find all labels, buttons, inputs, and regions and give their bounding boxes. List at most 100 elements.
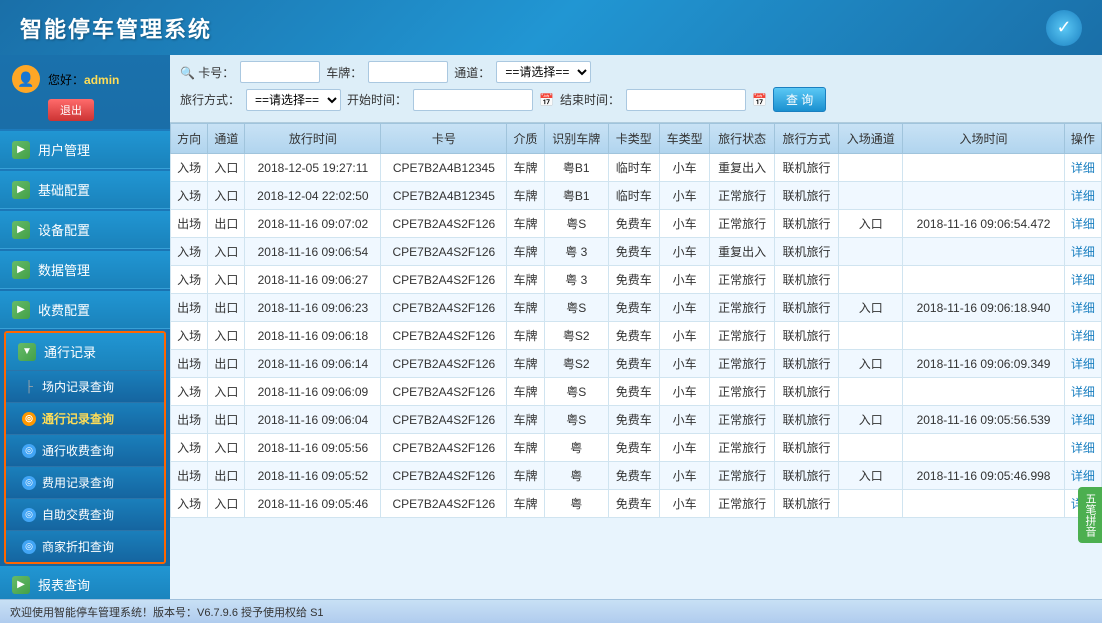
status-text: 欢迎使用智能停车管理系统！版本号：V6.7.9.6 授予使用权给 S1 bbox=[10, 604, 324, 620]
table-header-row: 方向 通道 放行时间 卡号 介质 识别车牌 卡类型 车类型 旅行状态 旅行方式 … bbox=[171, 124, 1102, 154]
sidebar-item-fee-config[interactable]: ▶ 收费配置 bbox=[0, 291, 170, 329]
col-media: 介质 bbox=[507, 124, 544, 154]
sidebar-item-self-pay-query[interactable]: ◎ 自助交费查询 bbox=[6, 498, 164, 530]
table-row: 出场出口2018-11-16 09:05:52CPE7B2A4S2F126车牌粤… bbox=[171, 462, 1102, 490]
detail-link[interactable]: 详细 bbox=[1071, 301, 1095, 315]
start-time-input[interactable] bbox=[413, 89, 533, 111]
search-row-2: 旅行方式： ==请选择== 开始时间： 📅 结束时间： 📅 查 询 bbox=[180, 87, 1092, 112]
nav-group-header[interactable]: ▼ 通行记录 bbox=[6, 333, 164, 370]
col-travel-status: 旅行状态 bbox=[710, 124, 774, 154]
sub-label: 自助交费查询 bbox=[42, 506, 114, 523]
channel-select[interactable]: ==请选择== bbox=[496, 61, 591, 83]
header-icon: ✓ bbox=[1046, 10, 1082, 46]
sidebar-item-report-query[interactable]: ▶ 报表查询 bbox=[0, 566, 170, 599]
table-row: 入场入口2018-11-16 09:06:27CPE7B2A4S2F126车牌粤… bbox=[171, 266, 1102, 294]
pay-icon: ◎ bbox=[22, 508, 36, 522]
sidebar-item-fee-records-query[interactable]: ◎ 费用记录查询 bbox=[6, 466, 164, 498]
arrow-icon: ▶ bbox=[12, 576, 30, 594]
detail-link[interactable]: 详细 bbox=[1071, 357, 1095, 371]
table-row: 出场出口2018-11-16 09:06:04CPE7B2A4S2F126车牌粤… bbox=[171, 406, 1102, 434]
channel-label: 通道： bbox=[454, 64, 490, 81]
plate-label: 车牌： bbox=[326, 64, 362, 81]
table-row: 出场出口2018-11-16 09:06:23CPE7B2A4S2F126车牌粤… bbox=[171, 294, 1102, 322]
sidebar-item-travel-records-query[interactable]: ◎ 通行记录查询 bbox=[6, 402, 164, 434]
header: 智能停车管理系统 ✓ bbox=[0, 0, 1102, 55]
table-row: 入场入口2018-11-16 09:06:09CPE7B2A4S2F126车牌粤… bbox=[171, 378, 1102, 406]
end-time-input[interactable] bbox=[626, 89, 746, 111]
col-card-type: 卡类型 bbox=[608, 124, 659, 154]
card-input[interactable] bbox=[240, 61, 320, 83]
col-op: 操作 bbox=[1064, 124, 1101, 154]
end-time-label: 结束时间： bbox=[560, 91, 620, 108]
table-row: 入场入口2018-12-04 22:02:50CPE7B2A4B12345车牌粤… bbox=[171, 182, 1102, 210]
nav-label: 设备配置 bbox=[38, 220, 90, 239]
detail-link[interactable]: 详细 bbox=[1071, 245, 1095, 259]
detail-link[interactable]: 详细 bbox=[1071, 189, 1095, 203]
arrow-icon: ▶ bbox=[12, 181, 30, 199]
detail-link[interactable]: 详细 bbox=[1071, 385, 1095, 399]
travel-select[interactable]: ==请选择== bbox=[246, 89, 341, 111]
table-row: 入场入口2018-11-16 09:06:54CPE7B2A4S2F126车牌粤… bbox=[171, 238, 1102, 266]
col-card: 卡号 bbox=[381, 124, 507, 154]
sidebar-item-travel-fee-query[interactable]: ◎ 通行收费查询 bbox=[6, 434, 164, 466]
nav-group-travel-records: ▼ 通行记录 ├ 场内记录查询 ◎ 通行记录查询 ◎ 通行收费查询 ◎ 费用记录… bbox=[4, 331, 166, 564]
float-btn[interactable]: 五笔拼音 bbox=[1078, 487, 1102, 543]
detail-link[interactable]: 详细 bbox=[1071, 273, 1095, 287]
nav-label: 收费配置 bbox=[38, 300, 90, 319]
end-calendar-icon[interactable]: 📅 bbox=[752, 93, 767, 107]
arrow-icon: ▶ bbox=[12, 141, 30, 159]
chevron-down-icon: ▼ bbox=[18, 343, 36, 361]
discount-icon: ◎ bbox=[22, 540, 36, 554]
detail-link[interactable]: 详细 bbox=[1071, 441, 1095, 455]
col-entry-time: 入场时间 bbox=[903, 124, 1064, 154]
detail-link[interactable]: 详细 bbox=[1071, 161, 1095, 175]
user-info: 👤 您好：admin bbox=[12, 65, 158, 93]
col-direction: 方向 bbox=[171, 124, 208, 154]
arrow-icon: ▶ bbox=[12, 221, 30, 239]
nav-label: 用户管理 bbox=[38, 140, 90, 159]
table-row: 出场出口2018-11-16 09:06:14CPE7B2A4S2F126车牌粤… bbox=[171, 350, 1102, 378]
sidebar-item-device-config[interactable]: ▶ 设备配置 bbox=[0, 211, 170, 249]
status-bar: 欢迎使用智能停车管理系统！版本号：V6.7.9.6 授予使用权给 S1 bbox=[0, 599, 1102, 623]
detail-link[interactable]: 详细 bbox=[1071, 217, 1095, 231]
username: admin bbox=[84, 73, 119, 87]
sidebar-item-venue-records[interactable]: ├ 场内记录查询 bbox=[6, 370, 164, 402]
query-button[interactable]: 查 询 bbox=[773, 87, 826, 112]
sidebar-item-user-management[interactable]: ▶ 用户管理 bbox=[0, 131, 170, 169]
table-row: 入场入口2018-12-05 19:27:11CPE7B2A4B12345车牌粤… bbox=[171, 154, 1102, 182]
main-layout: 👤 您好：admin 退出 ▶ 用户管理 ▶ 基础配置 ▶ 设备配置 ▶ 数据管… bbox=[0, 55, 1102, 599]
table-row: 入场入口2018-11-16 09:05:46CPE7B2A4S2F126车牌粤… bbox=[171, 490, 1102, 518]
sub-label: 场内记录查询 bbox=[42, 378, 114, 395]
app-title: 智能停车管理系统 bbox=[20, 12, 212, 44]
data-table: 方向 通道 放行时间 卡号 介质 识别车牌 卡类型 车类型 旅行状态 旅行方式 … bbox=[170, 123, 1102, 518]
card-label: 🔍 卡号： bbox=[180, 64, 234, 81]
start-calendar-icon[interactable]: 📅 bbox=[539, 93, 554, 107]
search-row-1: 🔍 卡号： 车牌： 通道： ==请选择== bbox=[180, 61, 1092, 83]
avatar: 👤 bbox=[12, 65, 40, 93]
table-row: 入场入口2018-11-16 09:05:56CPE7B2A4S2F126车牌粤… bbox=[171, 434, 1102, 462]
group-label: 通行记录 bbox=[44, 342, 96, 361]
detail-link[interactable]: 详细 bbox=[1071, 329, 1095, 343]
sidebar-item-basic-config[interactable]: ▶ 基础配置 bbox=[0, 171, 170, 209]
user-greeting: 您好：admin bbox=[48, 71, 119, 88]
detail-link[interactable]: 详细 bbox=[1071, 413, 1095, 427]
fee-record-icon: ◎ bbox=[22, 476, 36, 490]
nav-label: 报表查询 bbox=[38, 575, 90, 594]
start-time-label: 开始时间： bbox=[347, 91, 407, 108]
nav-label: 数据管理 bbox=[38, 260, 90, 279]
content-area: 🔍 卡号： 车牌： 通道： ==请选择== 旅行方式： ==请选择== 开始时间… bbox=[170, 55, 1102, 599]
col-plate: 识别车牌 bbox=[544, 124, 608, 154]
sidebar: 👤 您好：admin 退出 ▶ 用户管理 ▶ 基础配置 ▶ 设备配置 ▶ 数据管… bbox=[0, 55, 170, 599]
sub-label: 通行记录查询 bbox=[42, 410, 114, 427]
detail-link[interactable]: 详细 bbox=[1071, 469, 1095, 483]
fee-icon: ◎ bbox=[22, 444, 36, 458]
logout-button[interactable]: 退出 bbox=[48, 99, 94, 121]
plate-input[interactable] bbox=[368, 61, 448, 83]
sidebar-item-merchant-discount-query[interactable]: ◎ 商家折扣查询 bbox=[6, 530, 164, 562]
nav-label: 基础配置 bbox=[38, 180, 90, 199]
col-time: 放行时间 bbox=[245, 124, 381, 154]
sidebar-item-data-management[interactable]: ▶ 数据管理 bbox=[0, 251, 170, 289]
record-icon: ◎ bbox=[22, 412, 36, 426]
search-bar: 🔍 卡号： 车牌： 通道： ==请选择== 旅行方式： ==请选择== 开始时间… bbox=[170, 55, 1102, 123]
col-entry-channel: 入场通道 bbox=[839, 124, 903, 154]
